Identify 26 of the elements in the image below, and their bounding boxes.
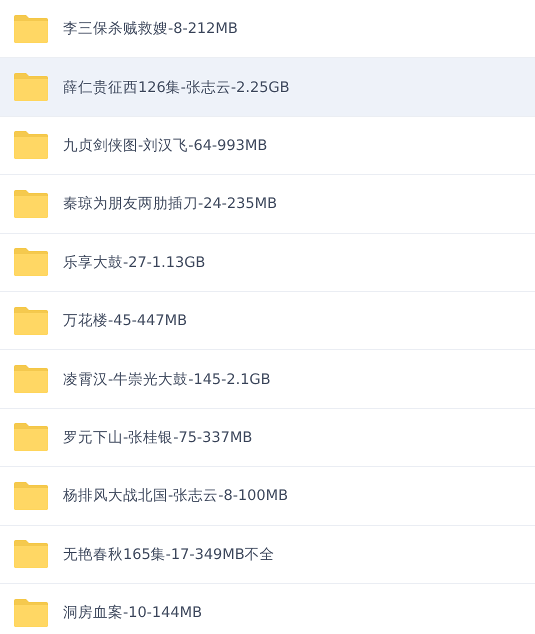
folder-row[interactable]: 乐享大鼓-27-1.13GB	[0, 234, 535, 292]
folder-icon	[14, 598, 48, 627]
folder-name: 乐享大鼓-27-1.13GB	[63, 254, 206, 272]
folder-name: 洞房血案-10-144MB	[63, 604, 202, 622]
folder-icon	[14, 131, 48, 160]
folder-icon	[14, 306, 48, 335]
folder-name: 万花楼-45-447MB	[63, 312, 188, 330]
folder-icon	[14, 73, 48, 102]
folder-name: 秦琼为朋友两肋插刀-24-235MB	[63, 194, 278, 214]
folder-name: 凌霄汉-牛崇光大鼓-145-2.1GB	[63, 370, 271, 389]
folder-icon	[14, 423, 48, 452]
folder-name: 杨排风大战北国-张志云-8-100MB	[63, 487, 288, 506]
folder-icon	[14, 190, 48, 218]
folder-icon	[14, 248, 48, 276]
folder-icon	[14, 365, 48, 394]
folder-row[interactable]: 罗元下山-张桂银-75-337MB	[0, 408, 535, 468]
folder-name: 李三保杀贼救嫂-8-212MB	[63, 20, 238, 38]
folder-icon	[14, 14, 48, 43]
folder-name: 薛仁贵征西126集-张志云-2.25GB	[63, 78, 290, 97]
folder-name: 无艳春秋165集-17-349MB不全	[63, 546, 275, 564]
folder-icon	[14, 540, 48, 568]
folder-name: 罗元下山-张桂银-75-337MB	[63, 428, 252, 447]
folder-row[interactable]: 薛仁贵征西126集-张志云-2.25GB	[0, 58, 535, 117]
folder-name: 九贞剑侠图-刘汉飞-64-993MB	[63, 136, 268, 155]
folder-icon	[14, 482, 48, 510]
folder-row[interactable]: 无艳春秋165集-17-349MB不全	[0, 526, 535, 584]
